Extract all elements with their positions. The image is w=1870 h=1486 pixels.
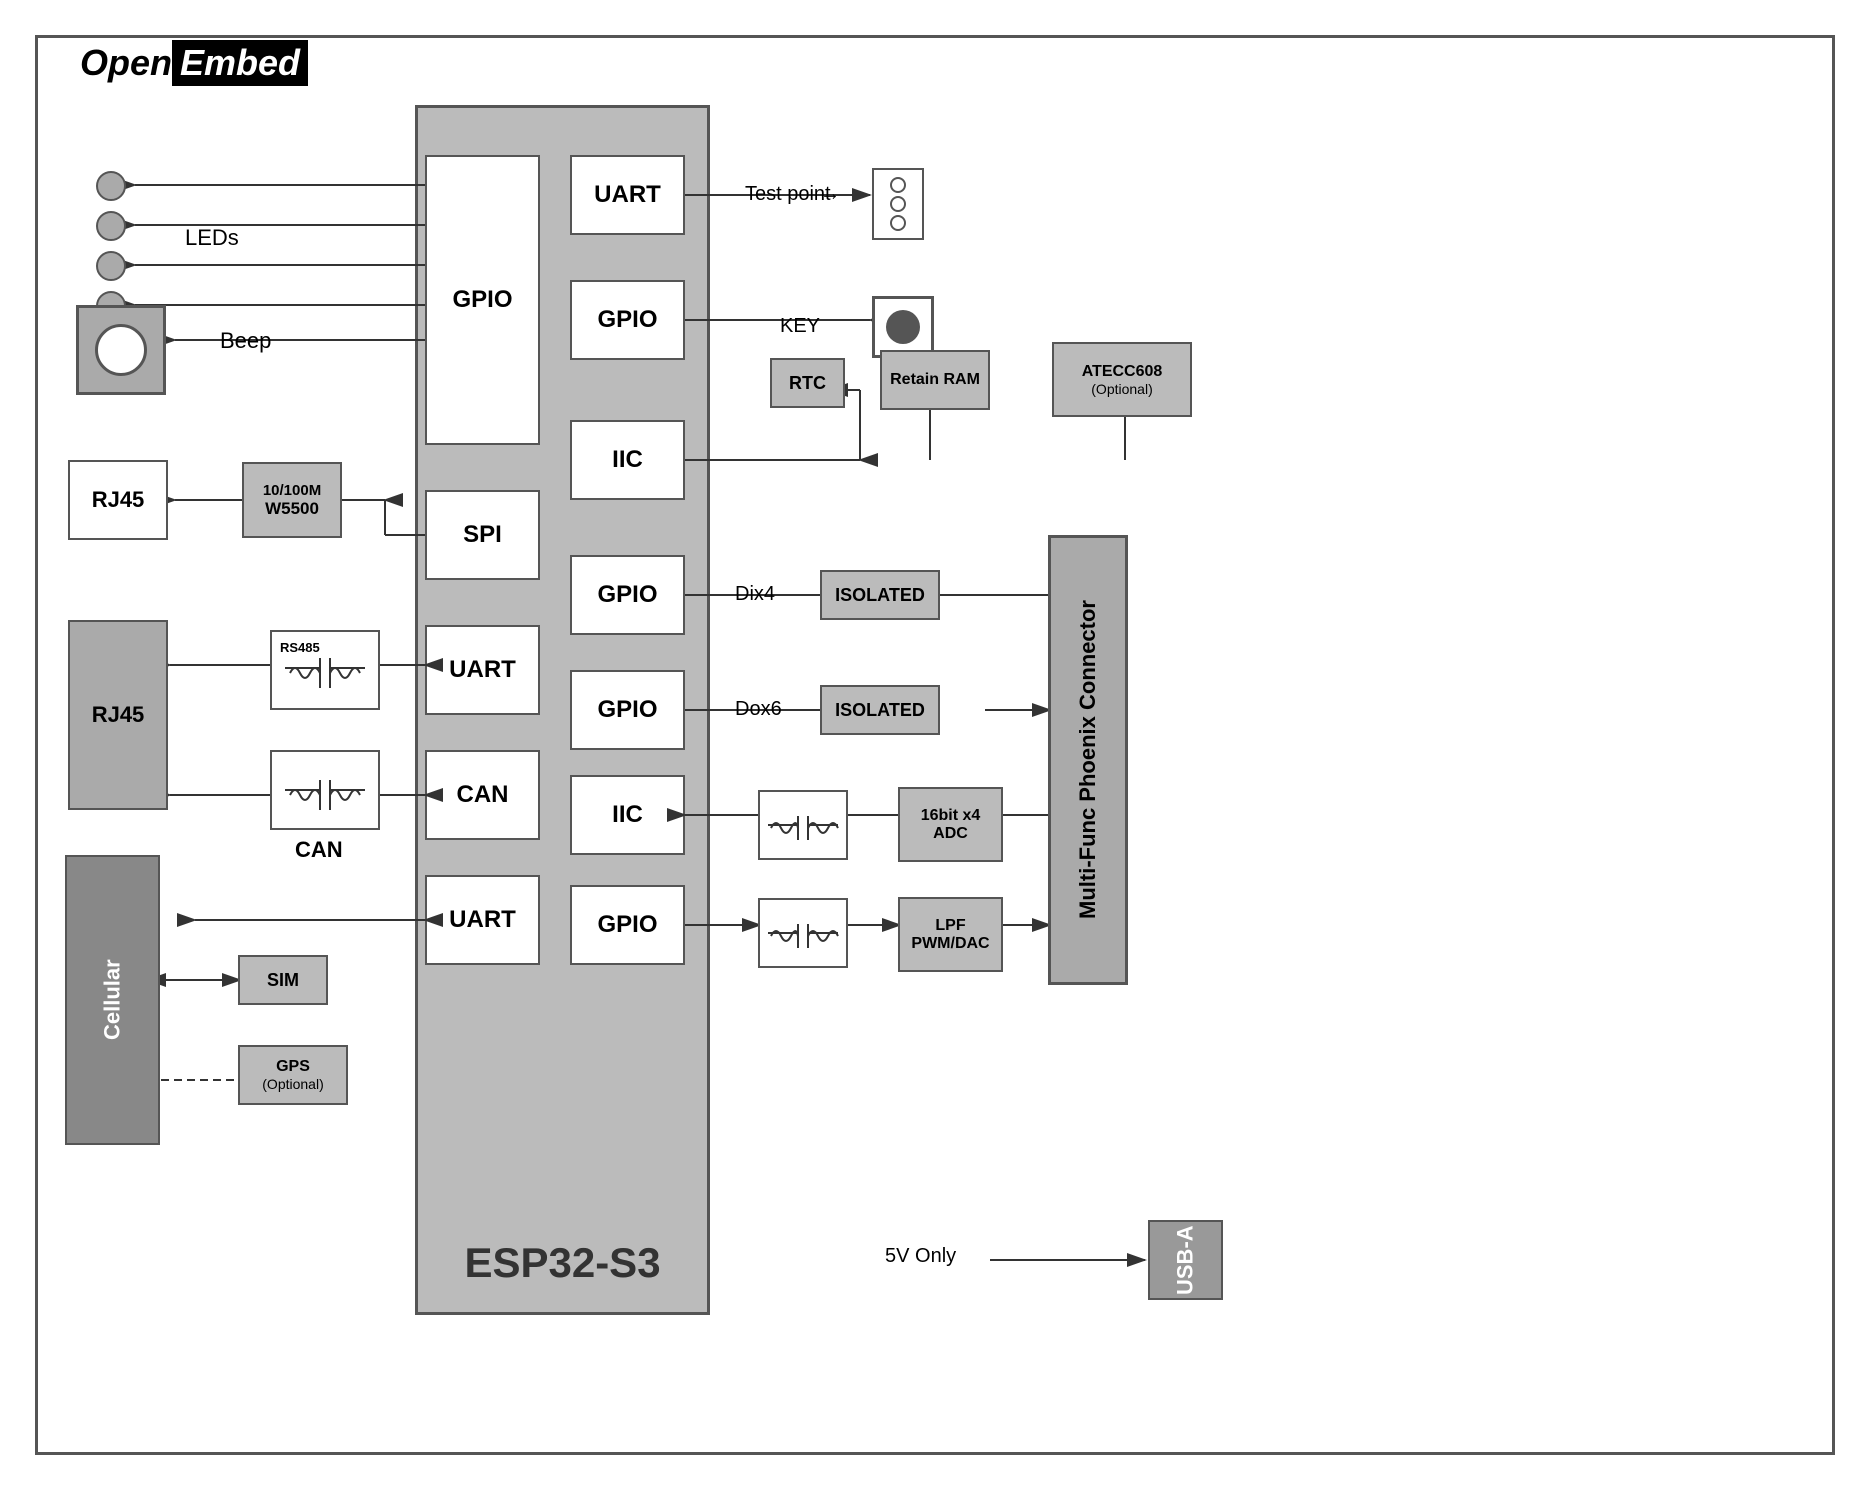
isolated-box1: ISOLATED (820, 570, 940, 620)
retain-ram-label: Retain RAM (890, 371, 980, 389)
can-transformer (270, 750, 380, 830)
lpf-box: LPF PWM/DAC (898, 897, 1003, 972)
iface-gpio-right3: GPIO (570, 670, 685, 750)
led3 (96, 251, 126, 281)
w5500-label: W5500 (265, 499, 319, 519)
adc-box: 16bit x4 ADC (898, 787, 1003, 862)
multiconn-label: Multi-Func Phoenix Connector (1075, 601, 1101, 920)
iface-iic-right2: IIC (570, 775, 685, 855)
key-button (872, 296, 934, 358)
test-point (872, 168, 924, 240)
diagram-border (35, 35, 1835, 1455)
rj45-bottom: RJ45 (68, 620, 168, 810)
gps-label: GPS (276, 1058, 310, 1076)
pwm-dac-label: PWM/DAC (911, 935, 989, 953)
rj45-top: RJ45 (68, 460, 168, 540)
gps-box: GPS (Optional) (238, 1045, 348, 1105)
rtc-box: RTC (770, 358, 845, 408)
cellular-box: Cellular (65, 855, 160, 1145)
iface-gpio-right2: GPIO (570, 555, 685, 635)
leds-label: LEDs (185, 225, 239, 251)
iface-iic-right1: IIC (570, 420, 685, 500)
gps-optional-label: (Optional) (262, 1076, 323, 1092)
logo-open: Open (80, 42, 172, 84)
adc-transformer (758, 790, 848, 860)
key-label: KEY (780, 315, 820, 338)
svg-text:RS485: RS485 (280, 640, 320, 655)
usba-box: USB-A (1148, 1220, 1223, 1300)
iface-gpio-right4: GPIO (570, 885, 685, 965)
multiconn: Multi-Func Phoenix Connector (1048, 535, 1128, 985)
atecc-label: ATECC608 (1082, 363, 1163, 381)
tp-arrow-indicator: → (820, 183, 840, 206)
tp-circle3 (890, 215, 906, 231)
w5500-top-label: 10/100M (263, 482, 321, 499)
beep-component (76, 305, 166, 395)
beep-inner (95, 324, 147, 376)
transformer-can-svg (275, 758, 375, 823)
diagram: Open Embed ESP32-S3 GPIO SPI UART CAN UA… (0, 0, 1870, 1486)
tp-circle2 (890, 196, 906, 212)
tp-circle1 (890, 177, 906, 193)
5v-only-label: 5V Only (885, 1245, 956, 1268)
transformer-adc-svg (763, 798, 843, 853)
iface-gpio-left: GPIO (425, 155, 540, 445)
esp32-label: ESP32-S3 (418, 1239, 707, 1287)
retain-ram-box: Retain RAM (880, 350, 990, 410)
iface-spi: SPI (425, 490, 540, 580)
isolated-box2: ISOLATED (820, 685, 940, 735)
lpf-transformer (758, 898, 848, 968)
key-inner (886, 310, 920, 344)
beep-label: Beep (220, 328, 271, 354)
led2 (96, 211, 126, 241)
rs485-transformer: RS485 (270, 630, 380, 710)
logo: Open Embed (80, 40, 308, 86)
atecc-optional-label: (Optional) (1091, 381, 1152, 397)
iface-uart-cellular: UART (425, 875, 540, 965)
iface-gpio-right1: GPIO (570, 280, 685, 360)
iface-uart-right: UART (570, 155, 685, 235)
logo-embed: Embed (172, 40, 308, 86)
iface-can: CAN (425, 750, 540, 840)
transformer-rs485-svg: RS485 (275, 638, 375, 703)
atecc-box: ATECC608 (Optional) (1052, 342, 1192, 417)
can-label-below: CAN (295, 837, 343, 863)
dix4-label: Dix4 (735, 583, 775, 606)
iface-uart-rs485: UART (425, 625, 540, 715)
w5500-box: 10/100M W5500 (242, 462, 342, 538)
adc-bits-label: 16bit x4 (921, 807, 981, 825)
led1 (96, 171, 126, 201)
transformer-lpf-svg (763, 906, 843, 961)
dox6-label: Dox6 (735, 698, 782, 721)
lpf-label: LPF (935, 917, 965, 935)
sim-box: SIM (238, 955, 328, 1005)
test-point-label: Test point (745, 183, 831, 206)
adc-label: ADC (933, 825, 968, 843)
